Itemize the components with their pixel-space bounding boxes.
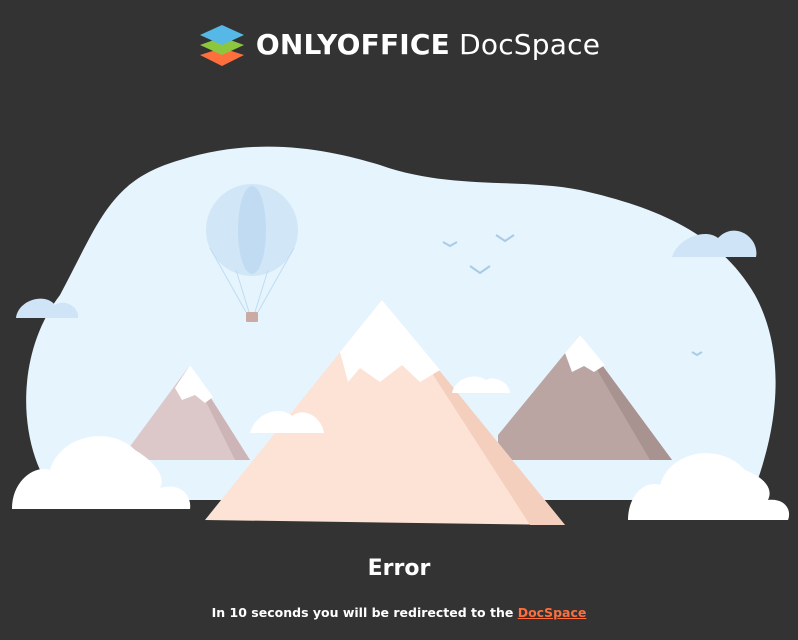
mountains-balloon-illustration xyxy=(12,146,790,525)
redirect-prefix: In 10 seconds you will be redirected to … xyxy=(211,605,518,620)
onlyoffice-layers-icon xyxy=(199,25,244,66)
docspace-link[interactable]: DocSpace xyxy=(518,605,587,620)
brand-logo[interactable]: ONLYOFFICE DocSpace xyxy=(198,22,600,68)
brand-name-light: DocSpace xyxy=(459,28,601,61)
redirect-message: In 10 seconds you will be redirected to … xyxy=(0,605,798,620)
brand-name-bold: ONLYOFFICE xyxy=(255,28,451,61)
error-page: ONLYOFFICE DocSpace Error In 10 seconds … xyxy=(0,0,798,640)
error-title: Error xyxy=(367,556,431,581)
brand-name: ONLYOFFICE DocSpace xyxy=(256,31,600,59)
header: ONLYOFFICE DocSpace xyxy=(0,20,798,70)
